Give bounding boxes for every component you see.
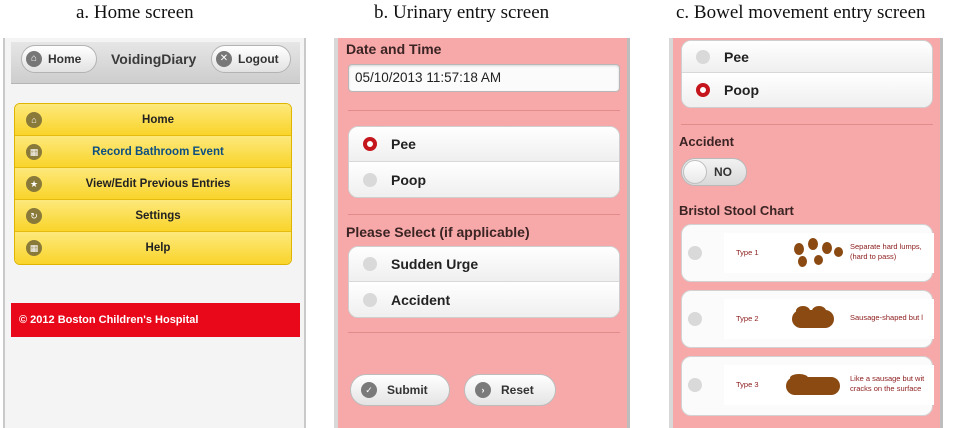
bristol-type-label: Type 2 <box>736 314 759 323</box>
grid-icon: ▦ <box>26 144 42 160</box>
menu-item-settings[interactable]: ↻ Settings <box>15 200 291 232</box>
date-time-field[interactable]: 05/10/2013 11:57:18 AM <box>348 64 620 92</box>
bristol-desc-line-2: (hard to pass) <box>850 252 897 261</box>
submit-button-label: Submit <box>387 383 428 397</box>
option-poop[interactable]: Poop <box>682 73 932 107</box>
menu-item-label: Record Bathroom Event <box>92 145 224 158</box>
app-header: ⌂ Home VoidingDiary ✕ Logout <box>11 42 300 84</box>
option-poop[interactable]: Poop <box>349 162 619 197</box>
menu-item-label: Help <box>145 242 171 254</box>
bristol-illustration: Type 3 Like a sausage but wit cracks on … <box>724 365 934 405</box>
home-screen: ⌂ Home VoidingDiary ✕ Logout ⌂ Home ▦ Re… <box>3 38 306 428</box>
caption-bowel-screen: c. Bowel movement entry screen <box>676 2 926 23</box>
accident-label: Accident <box>679 134 734 149</box>
copyright-footer: © 2012 Boston Children's Hospital <box>11 303 300 337</box>
menu-item-record-bathroom-event[interactable]: ▦ Record Bathroom Event <box>15 136 291 168</box>
option-pee[interactable]: Pee <box>349 127 619 162</box>
toggle-state: NO <box>714 165 732 179</box>
bowel-entry-screen: Pee Poop Accident NO Bristol Stool Chart… <box>669 38 943 428</box>
reset-button-label: Reset <box>501 383 534 397</box>
close-icon: ✕ <box>216 51 232 67</box>
main-menu: ⌂ Home ▦ Record Bathroom Event ★ View/Ed… <box>14 103 292 265</box>
radio-icon <box>688 378 702 392</box>
option-sudden-urge[interactable]: Sudden Urge <box>349 247 619 282</box>
menu-item-label: Home <box>142 113 174 126</box>
option-pee[interactable]: Pee <box>682 41 932 73</box>
bristol-option-type-2[interactable]: Type 2 Sausage-shaped but l <box>681 290 934 348</box>
option-label: Accident <box>391 291 451 308</box>
radio-icon <box>688 246 702 260</box>
menu-item-label: Settings <box>135 209 181 222</box>
bristol-illustration: Type 1 Separate hard lumps, (hard to pas… <box>724 233 934 273</box>
radio-icon <box>363 292 377 307</box>
grid-icon: ▦ <box>26 240 42 256</box>
menu-item-view-edit-entries[interactable]: ★ View/Edit Previous Entries <box>15 168 291 200</box>
menu-item-home[interactable]: ⌂ Home <box>15 104 291 136</box>
bristol-illustration: Type 2 Sausage-shaped but l <box>724 299 934 339</box>
divider <box>348 214 620 215</box>
radio-icon <box>363 172 377 187</box>
bristol-type-label: Type 1 <box>736 248 759 257</box>
home-icon: ⌂ <box>26 51 42 67</box>
radio-selected-icon <box>363 137 377 151</box>
option-label: Pee <box>724 48 749 65</box>
divider <box>348 110 620 111</box>
home-button[interactable]: ⌂ Home <box>21 45 97 73</box>
menu-item-label: View/Edit Previous Entries <box>85 177 231 190</box>
please-select-label: Please Select (if applicable) <box>346 224 530 240</box>
star-icon: ★ <box>26 176 42 192</box>
menu-item-help[interactable]: ▦ Help <box>15 232 291 264</box>
bristol-description: Separate hard lumps, (hard to pass) <box>850 242 934 262</box>
event-type-group: Pee Poop <box>348 126 620 198</box>
radio-icon <box>696 49 710 64</box>
radio-icon <box>688 312 702 326</box>
home-icon: ⌂ <box>26 112 42 128</box>
divider <box>348 332 620 333</box>
radio-selected-icon <box>696 83 710 97</box>
bristol-description: Sausage-shaped but l <box>850 313 934 323</box>
option-accident[interactable]: Accident <box>349 282 619 317</box>
app-title: VoidingDiary <box>111 51 197 67</box>
toggle-knob <box>683 160 707 184</box>
home-button-label: Home <box>48 52 82 66</box>
option-label: Sudden Urge <box>391 256 479 272</box>
check-icon: ✓ <box>361 382 377 398</box>
refresh-icon: ↻ <box>26 208 42 224</box>
caption-urinary-screen: b. Urinary entry screen <box>374 2 550 23</box>
logout-button-label: Logout <box>238 52 279 66</box>
option-label: Poop <box>724 82 759 98</box>
caption-home-screen: a. Home screen <box>76 2 194 23</box>
bristol-desc-line-1: Sausage-shaped but l <box>850 313 923 322</box>
bristol-desc-line-1: Like a sausage but wit <box>850 374 925 383</box>
bristol-option-type-1[interactable]: Type 1 Separate hard lumps, (hard to pas… <box>681 224 934 282</box>
submit-button[interactable]: ✓ Submit <box>350 374 450 406</box>
bristol-description: Like a sausage but wit cracks on the sur… <box>850 374 934 394</box>
radio-icon <box>363 257 377 271</box>
bristol-desc-line-2: cracks on the surface <box>850 384 922 393</box>
accident-toggle[interactable]: NO <box>681 158 747 186</box>
date-time-label: Date and Time <box>346 41 442 57</box>
bristol-chart-label: Bristol Stool Chart <box>679 203 794 218</box>
bristol-type-label: Type 3 <box>736 380 759 389</box>
chevron-right-icon: › <box>475 382 491 398</box>
urinary-entry-screen: Date and Time 05/10/2013 11:57:18 AM Pee… <box>334 38 630 428</box>
logout-button[interactable]: ✕ Logout <box>211 45 291 73</box>
divider <box>681 124 933 125</box>
reset-button[interactable]: › Reset <box>464 374 556 406</box>
event-type-group: Pee Poop <box>681 40 933 108</box>
extra-options-group: Sudden Urge Accident <box>348 246 620 318</box>
option-label: Pee <box>391 136 416 152</box>
option-label: Poop <box>391 171 426 188</box>
bristol-desc-line-1: Separate hard lumps, <box>850 242 922 251</box>
bristol-option-type-3[interactable]: Type 3 Like a sausage but wit cracks on … <box>681 356 934 416</box>
